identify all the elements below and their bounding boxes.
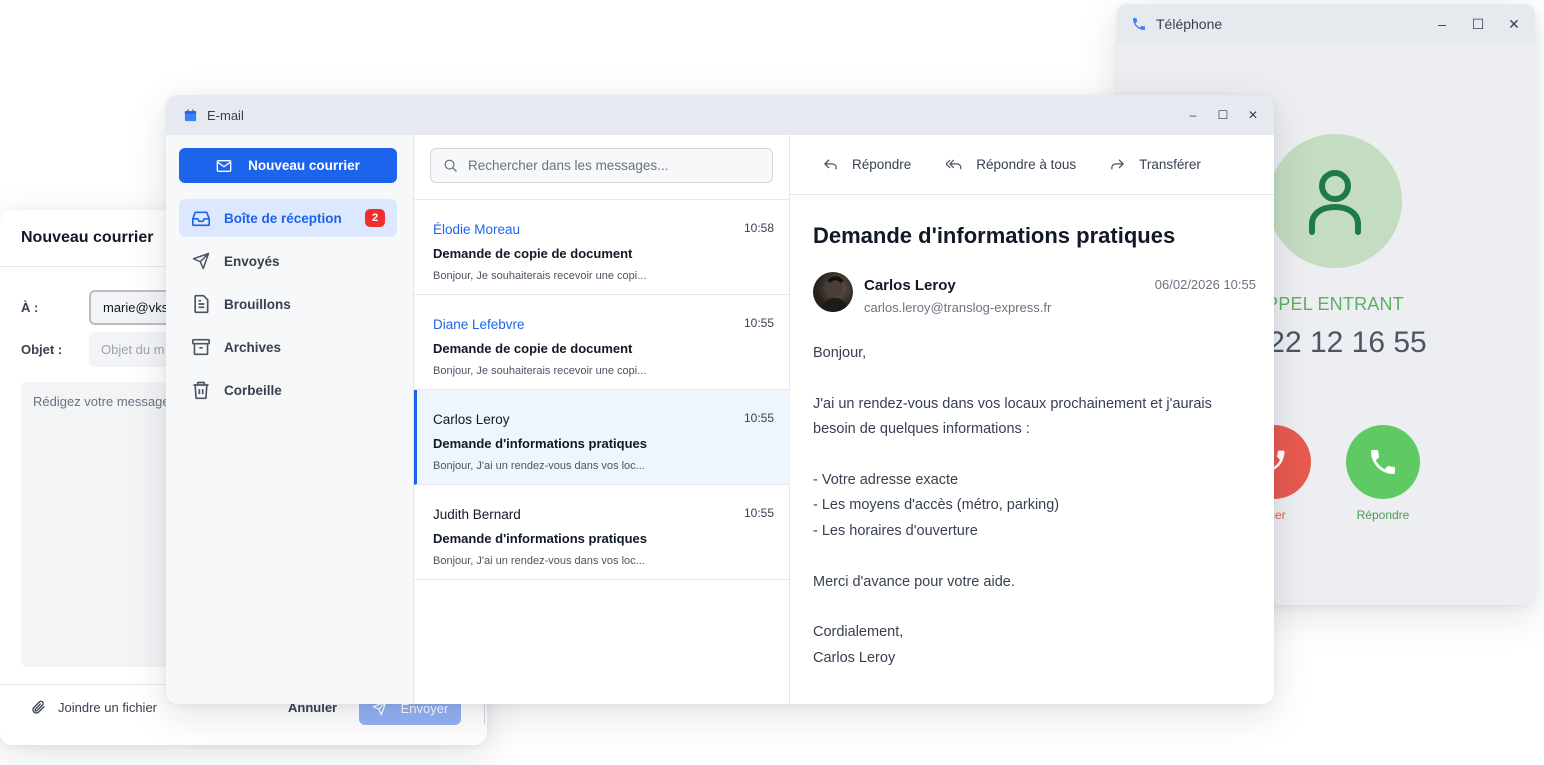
sidebar-item-drafts[interactable]: Brouillons (179, 285, 397, 323)
reply-all-button[interactable]: Répondre à tous (945, 157, 1076, 172)
message-sender: Élodie Moreau (433, 222, 521, 237)
email-window-title: E-mail (207, 107, 244, 123)
sender-email: carlos.leroy@translog-express.fr (864, 300, 1052, 315)
sidebar: Nouveau courrier Boîte de réception 2 En… (166, 135, 414, 704)
subject-label: Objet : (21, 342, 63, 357)
search-input[interactable]: Rechercher dans les messages... (430, 148, 773, 183)
sidebar-item-archives[interactable]: Archives (179, 328, 397, 366)
reply-icon (824, 159, 837, 170)
message-preview: Bonjour, Je souhaiterais recevoir une co… (433, 270, 647, 282)
message-toolbar: Répondre Répondre à tous Transférer (790, 135, 1274, 195)
answer-call-label: Répondre (1356, 508, 1410, 522)
maximize-button[interactable]: ☐ (1216, 108, 1230, 122)
phone-icon (1371, 450, 1395, 474)
message-subject: Demande d'informations pratiques (433, 531, 648, 546)
message-body: Bonjour, J'ai un rendez-vous dans vos lo… (813, 341, 1253, 671)
mail-icon (216, 159, 232, 172)
forward-label: Transférer (1139, 157, 1201, 172)
message-date: 06/02/2026 10:55 (1154, 277, 1256, 292)
message-list: Rechercher dans les messages... Élodie M… (414, 135, 790, 704)
message-subject: Demande d'informations pratiques (433, 436, 648, 451)
message-time: 10:55 (743, 316, 774, 330)
message-preview: Bonjour, J'ai un rendez-vous dans vos lo… (433, 555, 645, 567)
sidebar-item-label: Boîte de réception (224, 210, 342, 226)
message-body-line (813, 366, 1253, 391)
message-body-line: J'ai un rendez-vous dans vos locaux proc… (813, 395, 1212, 438)
message-body-line: Carlos Leroy (813, 649, 896, 666)
phone-window-title: Téléphone (1156, 16, 1223, 32)
reply-all-label: Répondre à tous (976, 157, 1077, 172)
new-mail-button[interactable]: Nouveau courrier (179, 148, 397, 183)
message-time: 10:55 (743, 506, 774, 520)
sender-name: Carlos Leroy (864, 277, 956, 294)
to-label: À : (21, 300, 39, 315)
phone-icon (1133, 18, 1145, 30)
message-time: 10:55 (743, 411, 774, 425)
reply-label: Répondre (852, 157, 912, 172)
message-body-line: - Votre adresse exacte (813, 472, 959, 488)
reply-all-icon (945, 159, 962, 170)
minimize-button[interactable]: – (1435, 16, 1449, 32)
close-button[interactable]: ✕ (1507, 16, 1521, 33)
paperclip-icon (32, 700, 45, 714)
unread-count-badge: 2 (365, 209, 385, 227)
answer-call-button[interactable] (1346, 425, 1420, 499)
draft-icon (194, 294, 209, 314)
caller-avatar (1268, 134, 1402, 268)
close-button[interactable]: ✕ (1246, 108, 1260, 122)
search-placeholder: Rechercher dans les messages... (468, 158, 669, 173)
message-body-line: Bonjour, (813, 345, 867, 361)
email-window: E-mail – ☐ ✕ Nouveau courrier Boîte de r… (166, 95, 1274, 704)
message-body-line: - Les horaires d'ouverture (813, 522, 978, 539)
sidebar-item-label: Brouillons (224, 296, 291, 312)
forward-button[interactable]: Transférer (1110, 157, 1201, 172)
reply-button[interactable]: Répondre (823, 157, 911, 172)
compose-title: Nouveau courrier (21, 229, 154, 246)
sidebar-item-label: Envoyés (224, 253, 280, 269)
attach-file-label: Joindre un fichier (58, 699, 157, 715)
phone-titlebar: Téléphone – ☐ ✕ (1117, 4, 1535, 44)
new-mail-label: Nouveau courrier (248, 158, 360, 173)
attach-file-button[interactable]: Joindre un fichier (30, 699, 157, 715)
user-icon (1309, 170, 1361, 235)
message-body-line: - Les moyens d'accès (métro, parking) (813, 497, 1060, 514)
message-subject: Demande de copie de document (433, 341, 633, 356)
message-sender: Judith Bernard (433, 507, 521, 522)
email-titlebar: E-mail – ☐ ✕ (166, 95, 1274, 135)
message-list-item-selected[interactable]: Carlos Leroy 10:55 Demande d'information… (414, 390, 790, 485)
message-body-line (813, 595, 1253, 620)
sidebar-item-sent[interactable]: Envoyés (179, 242, 397, 280)
message-body-line (813, 544, 1253, 569)
message-list-item[interactable]: Diane Lefebvre 10:55 Demande de copie de… (414, 295, 790, 390)
sender-avatar (813, 272, 853, 312)
message-preview: Bonjour, Je souhaiterais recevoir une co… (433, 365, 647, 377)
archive-icon (192, 338, 210, 356)
sidebar-item-label: Corbeille (224, 382, 282, 398)
message-preview: Bonjour, J'ai un rendez-vous dans vos lo… (433, 460, 645, 472)
reading-pane: Répondre Répondre à tous Transférer Dema… (790, 135, 1274, 704)
minimize-button[interactable]: – (1186, 108, 1200, 122)
forward-icon (1111, 159, 1124, 170)
message-body-line: Merci d'avance pour votre aide. (813, 573, 1015, 590)
send-icon (192, 252, 210, 270)
message-list-item[interactable]: Judith Bernard 10:55 Demande d'informati… (414, 485, 790, 580)
message-sender: Diane Lefebvre (433, 317, 525, 332)
message-time: 10:58 (743, 221, 774, 235)
sidebar-item-trash[interactable]: Corbeille (179, 371, 397, 409)
message-list-item[interactable]: Élodie Moreau 10:58 Demande de copie de … (414, 200, 790, 295)
message-body-line (813, 443, 1253, 468)
sidebar-item-label: Archives (224, 339, 282, 355)
sidebar-item-inbox[interactable]: Boîte de réception 2 (179, 199, 397, 237)
message-sender: Carlos Leroy (433, 412, 510, 427)
trash-icon (193, 381, 209, 400)
maximize-button[interactable]: ☐ (1471, 16, 1485, 33)
search-icon (444, 159, 457, 172)
message-body-line: Cordialement, (813, 624, 904, 641)
message-subject-heading: Demande d'informations pratiques (813, 223, 1176, 248)
message-subject: Demande de copie de document (433, 246, 633, 261)
inbox-icon (192, 211, 210, 227)
calendar-icon (184, 108, 197, 121)
